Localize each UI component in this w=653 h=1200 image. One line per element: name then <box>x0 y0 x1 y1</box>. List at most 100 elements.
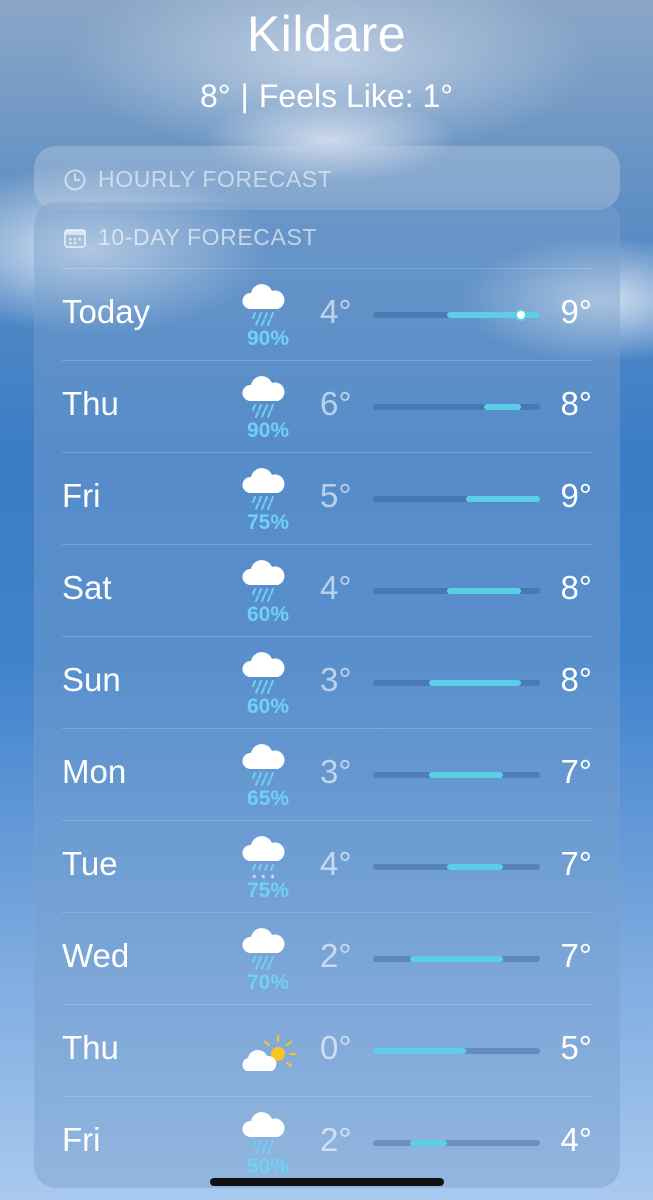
precip-chance: 60% <box>246 603 290 626</box>
forecast-row[interactable]: Sun 60% 3° 8° <box>62 636 592 729</box>
calendar-icon <box>64 227 86 249</box>
temp-range-bar <box>373 496 540 502</box>
temp-range-fill <box>447 312 540 318</box>
weather-condition: 70% <box>238 923 298 1003</box>
temp-range-fill <box>410 956 503 962</box>
high-temp: 5° <box>560 1029 592 1066</box>
current-temp: 8° <box>199 78 231 114</box>
high-temp: 9° <box>560 477 592 514</box>
low-temp: 2° <box>320 937 352 974</box>
precip-chance: 60% <box>246 695 290 718</box>
day-label: Tue <box>62 845 118 882</box>
temp-range-fill <box>484 404 522 410</box>
sleet-icon: * * * <box>238 831 298 883</box>
high-temp: 8° <box>560 385 592 422</box>
rain-icon <box>238 463 298 515</box>
high-temp: 7° <box>560 753 592 790</box>
day-label: Today <box>62 293 151 330</box>
day-label: Fri <box>62 1121 101 1158</box>
precip-chance: 50% <box>246 1155 290 1178</box>
forecast-row[interactable]: Fri 50% 2° 4° <box>62 1096 592 1189</box>
temp-range-fill <box>428 772 503 778</box>
rain-icon <box>238 1107 298 1159</box>
low-temp: 0° <box>320 1029 352 1066</box>
temp-range-fill <box>447 864 503 870</box>
forecast-row[interactable]: Mon 65% 3° 7° <box>62 728 592 821</box>
high-temp: 4° <box>560 1121 592 1158</box>
forecast-row[interactable]: Tue * * * 75% 4° 7° <box>62 820 592 913</box>
temp-range-bar <box>373 1048 540 1054</box>
rain-icon <box>238 923 298 975</box>
temp-range-bar <box>373 864 540 870</box>
rain-icon <box>238 371 298 423</box>
rain-icon <box>238 739 298 791</box>
weather-condition: 65% <box>238 739 298 819</box>
clock-icon <box>64 169 86 191</box>
day-label: Mon <box>62 753 127 790</box>
rain-icon <box>238 647 298 699</box>
partly-sunny-icon <box>238 1027 298 1083</box>
ten-day-forecast-header: 10-DAY FORECAST <box>64 224 317 251</box>
high-temp: 8° <box>560 569 592 606</box>
temp-range-fill <box>373 1048 466 1054</box>
low-temp: 2° <box>320 1121 352 1158</box>
precip-chance: 75% <box>246 879 290 902</box>
day-label: Wed <box>62 937 130 974</box>
low-temp: 3° <box>320 661 352 698</box>
weather-condition: 75% <box>238 463 298 543</box>
precip-chance: 65% <box>246 787 290 810</box>
high-temp: 9° <box>560 293 592 330</box>
precip-chance: 90% <box>246 419 290 442</box>
temp-summary: 8° | Feels Like: 1° <box>0 78 653 114</box>
hourly-forecast-header: HOURLY FORECAST <box>64 166 332 193</box>
temp-range-bar <box>373 680 540 686</box>
high-temp: 7° <box>560 937 592 974</box>
weather-condition: 90% <box>238 371 298 451</box>
ten-day-forecast-title: 10-DAY FORECAST <box>98 224 318 250</box>
forecast-row[interactable]: Fri 75% 5° 9° <box>62 452 592 545</box>
day-label: Fri <box>62 477 101 514</box>
weather-condition: 60% <box>238 555 298 635</box>
temp-range-fill <box>428 680 522 686</box>
precip-chance: 75% <box>246 511 290 534</box>
temp-range-bar <box>373 772 540 778</box>
precip-chance: 70% <box>246 971 290 994</box>
temp-range-fill <box>465 496 540 502</box>
forecast-row[interactable]: Sat 60% 4° 8° <box>62 544 592 637</box>
low-temp: 4° <box>320 845 352 882</box>
weather-condition: 90% <box>238 279 298 359</box>
hourly-forecast-title: HOURLY FORECAST <box>98 166 333 192</box>
low-temp: 5° <box>320 477 352 514</box>
weather-condition <box>238 1015 298 1095</box>
low-temp: 4° <box>320 569 352 606</box>
day-label: Thu <box>62 1029 119 1066</box>
temp-range-fill <box>447 588 522 594</box>
temp-range-bar <box>373 1140 540 1146</box>
day-label: Sun <box>62 661 121 698</box>
rain-icon <box>238 279 298 331</box>
home-indicator[interactable] <box>210 1178 444 1186</box>
day-label: Sat <box>62 569 112 606</box>
separator: | <box>240 78 249 114</box>
low-temp: 4° <box>320 293 352 330</box>
forecast-row[interactable]: Thu 0° 5° <box>62 1004 592 1097</box>
temp-range-bar <box>373 956 540 962</box>
temp-range-bar <box>373 404 540 410</box>
forecast-row[interactable]: Wed 70% 2° 7° <box>62 912 592 1005</box>
location-header: Kildare 8° | Feels Like: 1° <box>0 0 653 114</box>
hourly-forecast-card[interactable]: HOURLY FORECAST <box>34 146 620 210</box>
temp-range-bar <box>373 588 540 594</box>
low-temp: 3° <box>320 753 352 790</box>
low-temp: 6° <box>320 385 352 422</box>
rain-icon <box>238 555 298 607</box>
weather-condition: 60% <box>238 647 298 727</box>
temp-range-fill <box>410 1140 448 1146</box>
weather-condition: 50% <box>238 1107 298 1187</box>
high-temp: 8° <box>560 661 592 698</box>
temp-range-bar <box>373 311 540 319</box>
precip-chance: 90% <box>246 327 290 350</box>
forecast-row[interactable]: Thu 90% 6° 8° <box>62 360 592 453</box>
ten-day-forecast-card[interactable]: 10-DAY FORECAST Today 90% 4° 9° Thu 90% 6° 8° Fr… <box>34 202 620 1188</box>
forecast-row[interactable]: Today 90% 4° 9° <box>62 268 592 361</box>
city-name: Kildare <box>246 6 407 62</box>
